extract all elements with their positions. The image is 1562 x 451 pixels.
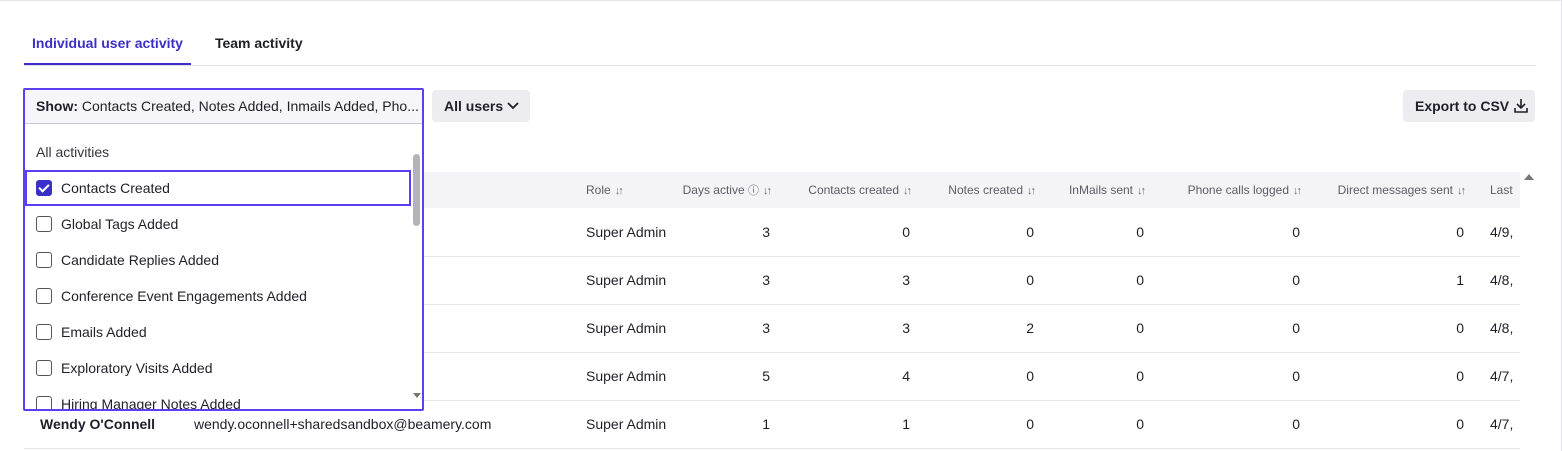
cell-contacts-created: 3: [780, 256, 920, 305]
activity-filter-select-open[interactable]: Show: Contacts Created, Notes Added, Inm…: [25, 90, 422, 124]
cell-notes-created: 0: [920, 208, 1044, 257]
header-role[interactable]: Role ↓↑: [570, 172, 680, 208]
show-value: Contacts Created, Notes Added, Inmails A…: [78, 98, 419, 114]
sort-icon: ↓↑: [1137, 185, 1146, 197]
cell-phone-calls: 0: [1154, 352, 1310, 401]
export-csv-button[interactable]: Export to CSV: [1403, 90, 1535, 122]
cell-inmails-sent: 0: [1044, 304, 1154, 353]
dropdown-scroll-down-arrow[interactable]: [413, 393, 421, 398]
cell-days-active: 3: [680, 208, 780, 257]
cell-phone-calls: 0: [1154, 400, 1310, 449]
cell-days-active: 1: [680, 400, 780, 449]
dropdown-scrollbar-thumb[interactable]: [413, 154, 420, 226]
option-emails-added[interactable]: Emails Added: [25, 314, 411, 350]
option-label: Conference Event Engagements Added: [61, 288, 307, 304]
show-prefix: Show:: [36, 98, 78, 114]
cell-direct-messages: 0: [1310, 400, 1474, 449]
cell-inmails-sent: 0: [1044, 400, 1154, 449]
option-exploratory-visits-added[interactable]: Exploratory Visits Added: [25, 350, 411, 386]
cell-contacts-created: 0: [780, 208, 920, 257]
cell-inmails-sent: 0: [1044, 256, 1154, 305]
checkbox-icon[interactable]: [36, 288, 52, 304]
all-activities-option[interactable]: All activities: [25, 134, 411, 170]
option-label: Contacts Created: [61, 180, 170, 196]
header-contacts-created[interactable]: Contacts created ↓↑: [780, 172, 920, 208]
cell-last: 4/7,: [1474, 352, 1520, 401]
sort-icon: ↓↑: [903, 185, 912, 197]
cell-contacts-created: 1: [780, 400, 920, 449]
tab-individual-user-activity[interactable]: Individual user activity: [24, 24, 191, 65]
checkbox-icon[interactable]: [36, 324, 52, 340]
option-hiring-manager-notes-added[interactable]: Hiring Manager Notes Added: [25, 386, 411, 409]
users-filter-label: All users: [444, 98, 504, 114]
cell-last: 4/7,: [1474, 400, 1520, 449]
cell-notes-created: 0: [920, 256, 1044, 305]
cell-notes-created: 0: [920, 400, 1044, 449]
sort-icon: ↓↑: [614, 185, 624, 197]
cell-direct-messages: 0: [1310, 304, 1474, 353]
cell-days-active: 3: [680, 304, 780, 353]
cell-notes-created: 0: [920, 352, 1044, 401]
cell-role: Super Admin: [570, 256, 680, 305]
cell-contacts-created: 4: [780, 352, 920, 401]
checkbox-icon[interactable]: [36, 396, 52, 409]
download-icon: [1514, 99, 1528, 113]
cell-last: 4/8,: [1474, 304, 1520, 353]
option-candidate-replies-added[interactable]: Candidate Replies Added: [25, 242, 411, 278]
cell-role: Super Admin: [570, 304, 680, 353]
checkbox-checked-icon[interactable]: [36, 180, 52, 196]
option-label: Hiring Manager Notes Added: [61, 396, 241, 409]
sort-icon: ↓↑: [1027, 185, 1036, 197]
activity-dropdown: Show: Contacts Created, Notes Added, Inm…: [23, 88, 424, 411]
header-direct-messages[interactable]: Direct messages sent ↓↑: [1310, 172, 1474, 208]
cell-role: Super Admin: [570, 208, 680, 257]
option-label: Emails Added: [61, 324, 147, 340]
header-days-active[interactable]: Days active ⓘ ↓↑: [680, 172, 780, 208]
info-icon: ⓘ: [748, 185, 759, 197]
cell-notes-created: 2: [920, 304, 1044, 353]
cell-inmails-sent: 0: [1044, 352, 1154, 401]
activity-options-list: All activities Contacts Created Global T…: [25, 134, 411, 409]
cell-phone-calls: 0: [1154, 256, 1310, 305]
option-label: Candidate Replies Added: [61, 252, 220, 268]
cell-days-active: 3: [680, 256, 780, 305]
cell-direct-messages: 1: [1310, 256, 1474, 305]
sort-icon: ↓↑: [1293, 185, 1302, 197]
header-phone-calls[interactable]: Phone calls logged ↓↑: [1154, 172, 1310, 208]
cell-last: 4/9,: [1474, 208, 1520, 257]
header-inmails-sent[interactable]: InMails sent ↓↑: [1044, 172, 1154, 208]
cell-role: Super Admin: [570, 352, 680, 401]
checkbox-icon[interactable]: [36, 360, 52, 376]
table-scroll-up-arrow[interactable]: [1524, 174, 1534, 180]
option-label: Exploratory Visits Added: [61, 360, 213, 376]
export-csv-label: Export to CSV: [1415, 98, 1510, 114]
cell-contacts-created: 3: [780, 304, 920, 353]
header-last[interactable]: Last: [1474, 172, 1520, 208]
cell-phone-calls: 0: [1154, 208, 1310, 257]
cell-direct-messages: 0: [1310, 352, 1474, 401]
checkbox-icon[interactable]: [36, 252, 52, 268]
cell-direct-messages: 0: [1310, 208, 1474, 257]
cell-role: Super Admin: [570, 400, 680, 449]
option-contacts-created[interactable]: Contacts Created: [25, 170, 411, 206]
tab-bar: Individual user activity Team activity: [24, 24, 1536, 66]
header-notes-created[interactable]: Notes created ↓↑: [920, 172, 1044, 208]
cell-last: 4/8,: [1474, 256, 1520, 305]
option-label: Global Tags Added: [61, 216, 179, 232]
cell-phone-calls: 0: [1154, 304, 1310, 353]
option-global-tags-added[interactable]: Global Tags Added: [25, 206, 411, 242]
option-conference-event-engagements-added[interactable]: Conference Event Engagements Added: [25, 278, 411, 314]
sort-icon: ↓↑: [763, 185, 772, 197]
sort-icon: ↓↑: [1457, 185, 1466, 197]
tab-team-activity[interactable]: Team activity: [207, 24, 311, 65]
cell-days-active: 5: [680, 352, 780, 401]
chevron-down-icon: [507, 102, 519, 110]
users-filter-button[interactable]: All users: [432, 90, 530, 122]
checkbox-icon[interactable]: [36, 216, 52, 232]
cell-inmails-sent: 0: [1044, 208, 1154, 257]
